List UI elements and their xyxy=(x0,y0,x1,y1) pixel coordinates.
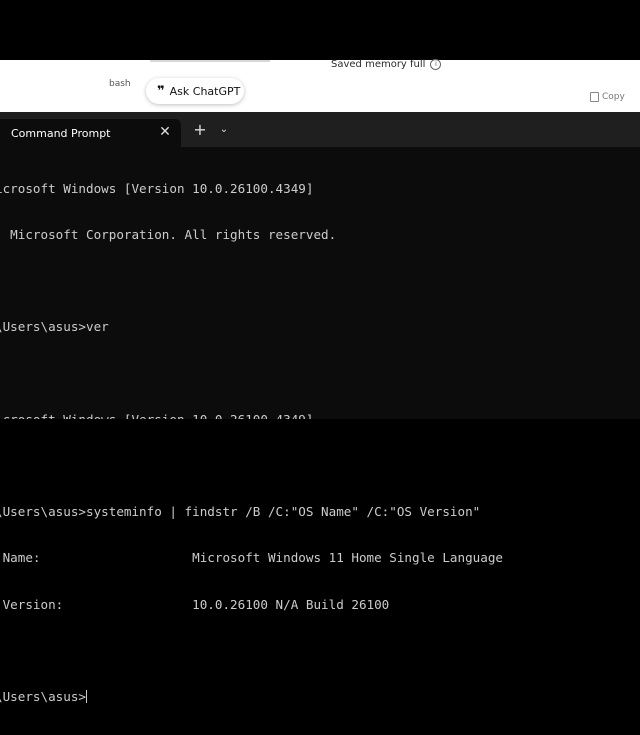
code-language-label: bash xyxy=(109,79,131,89)
copy-button[interactable]: Copy xyxy=(590,92,625,102)
console-line: \Users\asus>systeminfo | findstr /B /C:"… xyxy=(0,504,481,520)
close-icon[interactable]: ✕ xyxy=(158,124,172,140)
saved-memory-text: Saved memory full xyxy=(331,59,426,70)
ask-chatgpt-label: Ask ChatGPT xyxy=(169,84,241,98)
console-line: Name: Microsoft Windows 11 Home Single L… xyxy=(0,550,503,566)
console-line: icrosoft Windows [Version 10.0.26100.434… xyxy=(0,180,314,196)
saved-memory-notice: Saved memory full i xyxy=(331,59,442,70)
tab-bar: Command Prompt ✕ + ⌄ xyxy=(0,112,640,147)
tab-command-prompt[interactable]: Command Prompt ✕ xyxy=(0,119,181,147)
letterbox-bottom xyxy=(0,419,640,480)
tab-title: Command Prompt xyxy=(11,126,111,140)
text-cursor xyxy=(86,690,87,704)
console-line: Version: 10.0.26100 N/A Build 26100 xyxy=(0,596,390,612)
console-line: ) Microsoft Corporation. All rights rese… xyxy=(0,227,337,243)
copy-label: Copy xyxy=(602,92,625,102)
chat-window-strip xyxy=(0,60,640,112)
copy-icon xyxy=(590,92,599,102)
info-icon[interactable]: i xyxy=(430,59,442,70)
text-fragment xyxy=(150,60,270,62)
chevron-down-icon[interactable]: ⌄ xyxy=(217,122,231,138)
prompt-line[interactable]: \Users\asus> xyxy=(0,689,640,704)
ask-chatgpt-button[interactable]: ❞ Ask ChatGPT xyxy=(146,78,244,104)
terminal-window: Command Prompt ✕ + ⌄ icrosoft Windows [V… xyxy=(0,112,640,704)
quote-icon: ❞ xyxy=(157,83,165,99)
letterbox-top xyxy=(0,0,640,60)
plus-icon[interactable]: + xyxy=(192,122,208,138)
prompt-text: \Users\asus> xyxy=(0,689,86,705)
console-line: \Users\asus>ver xyxy=(0,319,109,335)
